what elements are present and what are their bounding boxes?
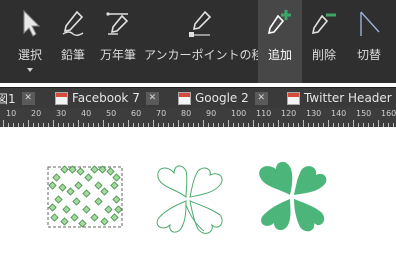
close-icon[interactable]: ✕ [254, 91, 268, 105]
delete-anchor-tool-label: 削除 [311, 48, 336, 62]
tab-label: 図1 [0, 91, 16, 106]
pencil-tool-label: 鉛筆 [60, 48, 85, 62]
ruler-number: 120 [281, 109, 297, 118]
document-icon [178, 91, 191, 105]
anchor-points[interactable] [48, 165, 123, 228]
ruler-number: 10 [6, 109, 17, 118]
tab-label: Facebook 7 [72, 91, 140, 105]
tab-label: Google 2 [195, 91, 249, 105]
ruler-number: 30 [56, 109, 67, 118]
ruler-number: 90 [206, 109, 217, 118]
ruler-number: 100 [231, 109, 247, 118]
ruler-number: 20 [31, 109, 42, 118]
ruler-number: 40 [81, 109, 92, 118]
outline-clover-shape[interactable] [156, 165, 223, 234]
ruler-number: 160 [381, 109, 396, 118]
filled-clover-shape[interactable] [259, 161, 327, 232]
select-arrow-icon [23, 9, 41, 37]
tab-figure1[interactable]: 図1 ✕ [0, 88, 35, 108]
ruler-number: 110 [256, 109, 272, 118]
ruler-number: 60 [131, 109, 142, 118]
document-tab-bar: 図1 ✕ Facebook 7 ✕ Google 2 ✕ Twitter Hea… [0, 87, 396, 108]
tab-twitter-header-9[interactable]: Twitter Header 9 [287, 88, 396, 108]
fountain-pen-icon [106, 12, 129, 35]
drawing-canvas[interactable] [0, 127, 396, 255]
tab-facebook-7[interactable]: Facebook 7 ✕ [55, 88, 159, 108]
document-icon [55, 91, 68, 105]
convert-anchor-tool-button[interactable]: 切替 [346, 0, 392, 83]
ruler-number: 140 [331, 109, 347, 118]
ruler-number: 150 [356, 109, 372, 118]
add-anchor-tool-button[interactable]: 追加 [258, 0, 302, 83]
move-anchor-tool-button[interactable]: アンカーポイントの移動 [144, 0, 276, 83]
toolbar: 選択 鉛筆 万年筆 アンカーポイントの移動 追加 削除 切替 [0, 0, 396, 83]
horizontal-ruler[interactable]: 10 20 30 40 50 60 70 80 90 100 110 120 1… [0, 108, 396, 127]
selected-clover-shape[interactable] [47, 165, 123, 228]
ruler-number: 130 [306, 109, 322, 118]
pencil-tool-button[interactable]: 鉛筆 [50, 0, 96, 83]
add-anchor-tool-label: 追加 [267, 48, 292, 62]
pencil-icon [62, 10, 84, 36]
fountain-pen-tool-label: 万年筆 [99, 48, 136, 62]
tab-google-2[interactable]: Google 2 ✕ [178, 88, 268, 108]
tab-label: Twitter Header 9 [304, 91, 396, 105]
delete-anchor-tool-button[interactable]: 削除 [302, 0, 346, 83]
select-tool-button[interactable]: 選択 [6, 0, 54, 83]
select-tool-label: 選択 [17, 48, 42, 62]
close-icon[interactable]: ✕ [21, 91, 35, 105]
fountain-pen-tool-button[interactable]: 万年筆 [94, 0, 142, 83]
ruler-number: 70 [156, 109, 167, 118]
ruler-number: 80 [181, 109, 192, 118]
move-anchor-tool-label: アンカーポイントの移動 [144, 48, 276, 62]
convert-anchor-tool-label: 切替 [356, 48, 381, 62]
move-anchor-icon [189, 10, 212, 37]
add-anchor-icon [267, 10, 291, 35]
convert-anchor-icon [360, 11, 380, 36]
close-icon[interactable]: ✕ [145, 91, 159, 105]
document-icon [287, 91, 300, 105]
delete-anchor-icon [311, 13, 336, 35]
chevron-down-icon[interactable] [27, 68, 33, 72]
ruler-number: 50 [106, 109, 117, 118]
